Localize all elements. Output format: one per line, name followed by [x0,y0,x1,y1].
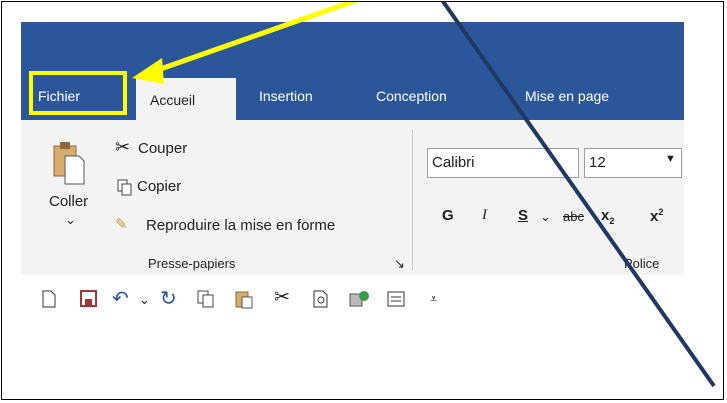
yellow-arrow-head [132,58,164,84]
yellow-arrow-line [151,2,358,75]
blue-pointer-line [440,2,716,388]
screenshot-frame: Fichier Accueil Insertion Conception Mis… [1,1,724,400]
annotation-overlay [132,2,716,388]
